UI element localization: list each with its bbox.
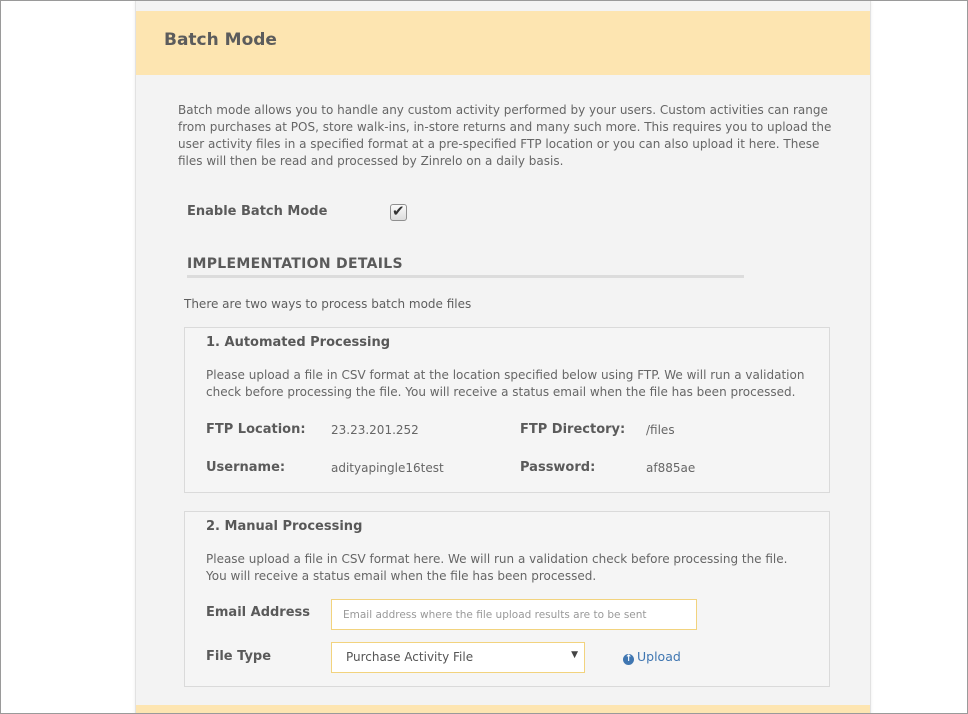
username-value: adityapingle16test (331, 461, 444, 475)
upload-link-label: Upload (637, 649, 681, 664)
ftp-directory-label: FTP Directory: (520, 422, 626, 437)
password-value: af885ae (646, 461, 696, 475)
ftp-location-value: 23.23.201.252 (331, 423, 419, 437)
automated-processing-description: Please upload a file in CSV format at th… (206, 368, 805, 399)
enable-batch-mode-label: Enable Batch Mode (187, 204, 328, 219)
email-address-label: Email Address (206, 605, 311, 620)
next-section-header-edge (136, 705, 870, 713)
ftp-location-label: FTP Location: (206, 422, 306, 437)
checkmark-icon: ✔ (392, 202, 405, 220)
username-label: Username: (206, 460, 286, 475)
automated-processing-box: 1. Automated Processing Please upload a … (184, 327, 830, 493)
file-type-selected-value: Purchase Activity File (346, 650, 474, 664)
caret-down-icon: ▼ (571, 650, 578, 660)
section-header: Batch Mode (136, 11, 870, 75)
ftp-directory-value: /files (646, 423, 675, 437)
automated-processing-title: 1. Automated Processing (206, 335, 391, 350)
password-label: Password: (520, 460, 596, 475)
upload-circle-arrow-icon: ↑ (623, 654, 634, 665)
email-address-input[interactable] (331, 599, 697, 630)
manual-processing-box: 2. Manual Processing Please upload a fil… (184, 511, 830, 687)
page-title: Batch Mode (164, 30, 277, 50)
implementation-subtitle: There are two ways to process batch mode… (184, 297, 472, 311)
file-type-select[interactable]: Purchase Activity File ▼ (331, 642, 585, 673)
heading-divider (187, 275, 744, 278)
screen-frame: Batch Mode Batch mode allows you to hand… (0, 0, 968, 714)
panel-top-gap (136, 1, 870, 11)
implementation-details-heading: IMPLEMENTATION DETAILS (187, 256, 403, 272)
manual-processing-title: 2. Manual Processing (206, 519, 363, 534)
intro-text: Batch mode allows you to handle any cust… (178, 103, 832, 168)
batch-mode-panel: Batch Mode Batch mode allows you to hand… (135, 1, 871, 713)
enable-batch-mode-checkbox[interactable]: ✔ (390, 202, 407, 221)
file-type-label: File Type (206, 649, 272, 664)
manual-processing-description: Please upload a file in CSV format here.… (206, 552, 788, 583)
upload-link[interactable]: ↑ Upload (623, 649, 681, 665)
